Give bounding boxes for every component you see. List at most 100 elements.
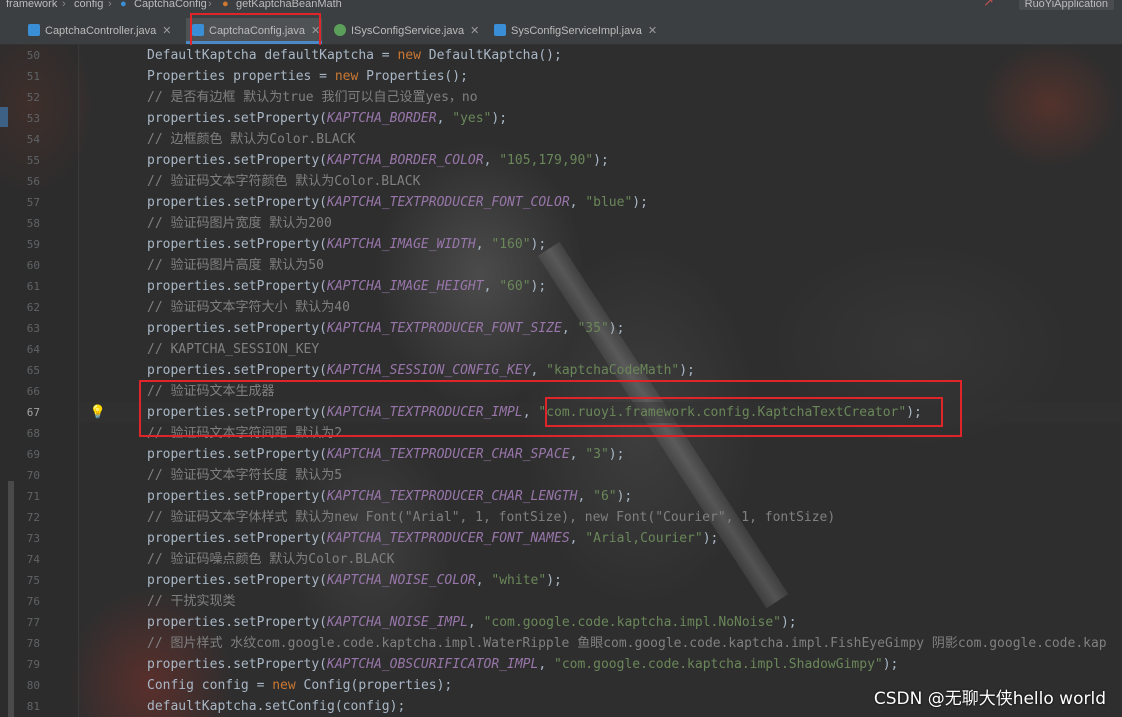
code-token: KAPTCHA_BORDER — [327, 111, 437, 126]
code-line[interactable]: 72 // 验证码文本字体样式 默认为new Font("Arial", 1, f… — [0, 507, 1122, 528]
tab-isysconfigservice[interactable]: ISysConfigService.java ✕ — [334, 18, 484, 44]
code-token: // 是否有边框 默认为true 我们可以自己设置yes，no — [147, 90, 478, 105]
close-icon[interactable]: ✕ — [162, 25, 171, 37]
breadcrumb-separator: › — [62, 0, 66, 10]
code-token: properties.setProperty( — [147, 573, 328, 588]
code-line[interactable]: 75 properties.setProperty(KAPTCHA_NOISE_C… — [0, 570, 1122, 591]
code-line[interactable]: 64 // KAPTCHA_SESSION_KEY — [0, 339, 1122, 360]
lightbulb-icon[interactable]: 💡 — [88, 402, 108, 423]
code-line[interactable]: 51 Properties properties = new Properties… — [0, 66, 1122, 87]
code-token: properties.setProperty( — [147, 153, 328, 168]
line-number: 64 — [26, 343, 40, 356]
code-token: ); — [608, 447, 625, 462]
code-token: , — [569, 195, 586, 210]
code-token: properties.setProperty( — [147, 657, 328, 672]
code-line[interactable]: 73 properties.setProperty(KAPTCHA_TEXTPRO… — [0, 528, 1122, 549]
line-number: 59 — [26, 238, 40, 251]
code-token: properties.setProperty( — [147, 279, 328, 294]
line-number: 55 — [26, 154, 40, 167]
code-line[interactable]: 63 properties.setProperty(KAPTCHA_TEXTPRO… — [0, 318, 1122, 339]
code-token: "160" — [491, 237, 531, 252]
code-line[interactable]: 70 // 验证码文本字符长度 默认为5 — [0, 465, 1122, 486]
code-token: "com.google.code.kaptcha.impl.ShadowGimp… — [554, 657, 883, 672]
line-number: 67 — [26, 406, 40, 419]
code-token: properties.setProperty( — [147, 195, 328, 210]
tab-captchacontroller[interactable]: CaptchaController.java ✕ — [28, 18, 180, 44]
line-number: 71 — [26, 490, 40, 503]
line-number: 58 — [26, 217, 40, 230]
code-token: KAPTCHA_TEXTPRODUCER_CHAR_LENGTH — [327, 489, 578, 504]
breadcrumb-item-framework[interactable]: framework — [6, 0, 57, 10]
code-line[interactable]: 60 // 验证码图片高度 默认为50 — [0, 255, 1122, 276]
code-text: properties.setProperty(KAPTCHA_SESSION_C… — [147, 360, 695, 381]
code-token: new — [272, 678, 304, 693]
breadcrumb-separator: › — [108, 0, 112, 10]
code-token: ); — [780, 615, 797, 630]
code-text: // KAPTCHA_SESSION_KEY — [147, 339, 319, 360]
code-line[interactable]: 78 // 图片样式 水纹com.google.code.kaptcha.impl… — [0, 633, 1122, 654]
code-token: properties.setProperty( — [147, 531, 328, 546]
code-line[interactable]: 74 // 验证码噪点颜色 默认为Color.BLACK — [0, 549, 1122, 570]
code-text: Properties properties = new Properties()… — [147, 66, 468, 87]
code-token: "kaptchaCodeMath" — [546, 363, 680, 378]
code-line[interactable]: 61 properties.setProperty(KAPTCHA_IMAGE_H… — [0, 276, 1122, 297]
code-line[interactable]: 79 properties.setProperty(KAPTCHA_OBSCURI… — [0, 654, 1122, 675]
breadcrumb-item-method[interactable]: getKaptchaBeanMath — [236, 0, 342, 10]
code-editor[interactable]: 50 DefaultKaptcha defaultKaptcha = new De… — [0, 45, 1122, 717]
code-line[interactable]: 69 properties.setProperty(KAPTCHA_TEXTPRO… — [0, 444, 1122, 465]
code-text: properties.setProperty(KAPTCHA_TEXTPRODU… — [147, 444, 624, 465]
line-number: 62 — [26, 301, 40, 314]
code-line[interactable]: 77 properties.setProperty(KAPTCHA_NOISE_I… — [0, 612, 1122, 633]
code-line[interactable]: 50 DefaultKaptcha defaultKaptcha = new De… — [0, 45, 1122, 66]
line-number: 75 — [26, 574, 40, 587]
line-number: 74 — [26, 553, 40, 566]
code-line[interactable]: 56 // 验证码文本字符颜色 默认为Color.BLACK — [0, 171, 1122, 192]
code-token: "blue" — [585, 195, 633, 210]
code-line[interactable]: 76 // 干扰实现类 — [0, 591, 1122, 612]
code-token: ); — [593, 153, 609, 168]
code-token: , — [467, 615, 484, 630]
code-line[interactable]: 54 // 边框颜色 默认为Color.BLACK — [0, 129, 1122, 150]
code-token: properties.setProperty( — [147, 111, 328, 126]
code-line[interactable]: 71 properties.setProperty(KAPTCHA_TEXTPRO… — [0, 486, 1122, 507]
breadcrumb-item-config[interactable]: config — [74, 0, 103, 10]
code-line[interactable]: 65 properties.setProperty(KAPTCHA_SESSION… — [0, 360, 1122, 381]
tab-sysconfigserviceimpl[interactable]: SysConfigServiceImpl.java ✕ — [494, 18, 657, 44]
line-number: 79 — [26, 658, 40, 671]
code-line[interactable]: 53 properties.setProperty(KAPTCHA_BORDER,… — [0, 108, 1122, 129]
code-token: "6" — [593, 489, 617, 504]
code-token: , — [436, 111, 453, 126]
line-number: 65 — [26, 364, 40, 377]
code-line[interactable]: 52 // 是否有边框 默认为true 我们可以自己设置yes，no — [0, 87, 1122, 108]
code-token: "3" — [585, 447, 609, 462]
code-text: Config config = new Config(properties); — [147, 675, 452, 696]
build-icon[interactable]: ↗ — [983, 0, 994, 8]
code-token: KAPTCHA_NOISE_IMPL — [327, 615, 468, 630]
code-token: KAPTCHA_SESSION_CONFIG_KEY — [327, 363, 531, 378]
line-number: 60 — [26, 259, 40, 272]
line-number: 52 — [26, 91, 40, 104]
code-text: properties.setProperty(KAPTCHA_IMAGE_WID… — [147, 234, 546, 255]
close-icon[interactable]: ✕ — [470, 25, 479, 37]
run-configuration-select[interactable]: RuoYiApplication — [1018, 0, 1114, 10]
code-token: KAPTCHA_IMAGE_HEIGHT — [327, 279, 484, 294]
code-line[interactable]: 62 // 验证码文本字符大小 默认为40 — [0, 297, 1122, 318]
code-token: KAPTCHA_BORDER_COLOR — [327, 153, 484, 168]
code-line[interactable]: 57 properties.setProperty(KAPTCHA_TEXTPRO… — [0, 192, 1122, 213]
line-number: 78 — [26, 637, 40, 650]
close-icon[interactable]: ✕ — [648, 25, 657, 37]
breadcrumb-item-class[interactable]: CaptchaConfig — [134, 0, 207, 10]
code-text: // 验证码文本字符长度 默认为5 — [147, 465, 342, 486]
code-token: properties.setProperty( — [147, 615, 328, 630]
code-token: properties.setProperty( — [147, 237, 328, 252]
line-number: 73 — [26, 532, 40, 545]
code-token: KAPTCHA_NOISE_COLOR — [327, 573, 476, 588]
code-line[interactable]: 59 properties.setProperty(KAPTCHA_IMAGE_W… — [0, 234, 1122, 255]
code-token: "60" — [499, 279, 531, 294]
code-line[interactable]: 58 // 验证码图片宽度 默认为200 — [0, 213, 1122, 234]
code-token: DefaultKaptcha defaultKaptcha = — [147, 48, 398, 63]
tab-label: CaptchaController.java — [45, 25, 157, 37]
code-token: ); — [616, 489, 633, 504]
code-text: properties.setProperty(KAPTCHA_TEXTPRODU… — [147, 486, 632, 507]
code-line[interactable]: 55 properties.setProperty(KAPTCHA_BORDER_… — [0, 150, 1122, 171]
